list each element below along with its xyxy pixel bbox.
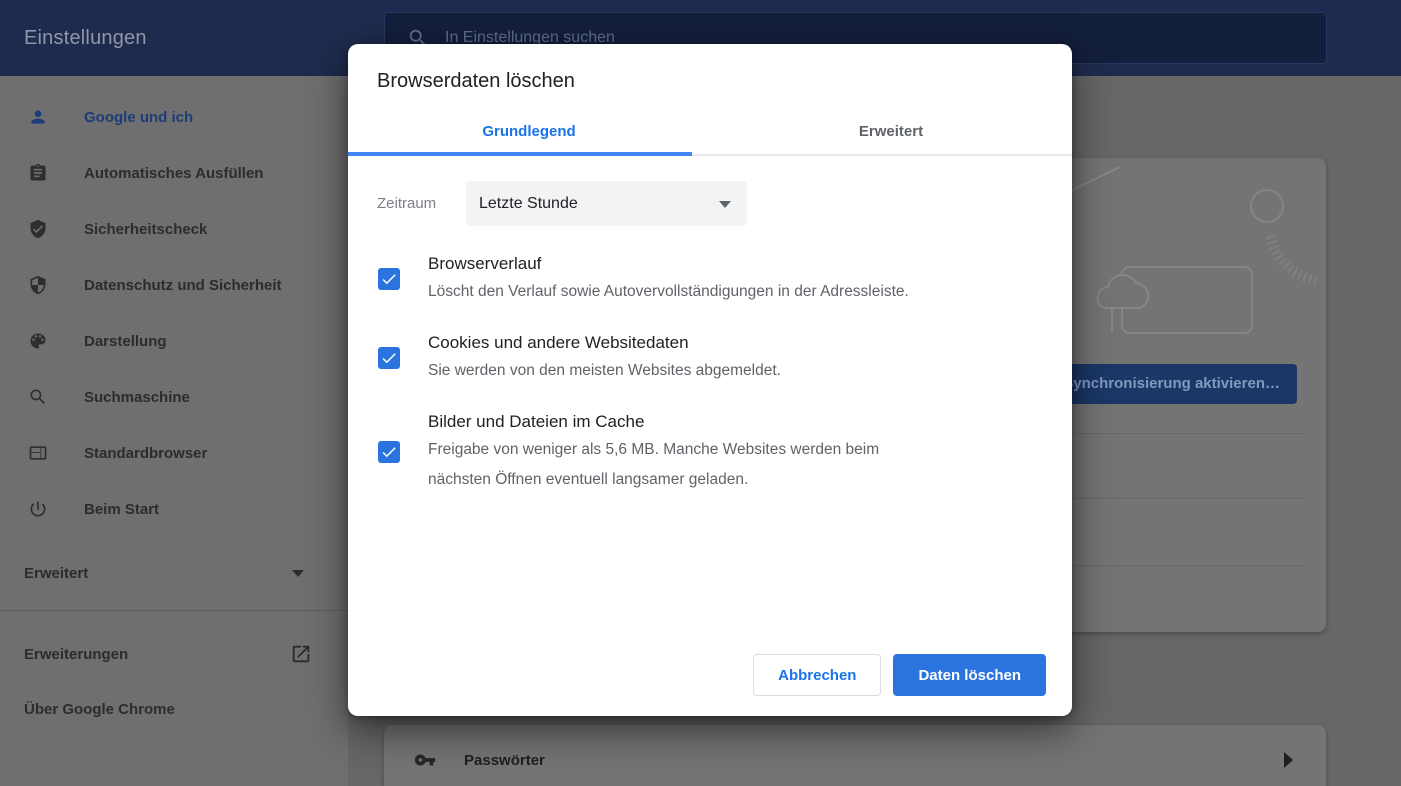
autofill-card: Passwörter — [384, 725, 1326, 786]
sidebar-item-autofill[interactable]: Automatisches Ausfüllen — [0, 145, 348, 201]
item-title: Cookies und andere Websitedaten — [428, 330, 781, 356]
sidebar-item-sicherheitscheck[interactable]: Sicherheitscheck — [0, 201, 348, 257]
person-icon — [28, 107, 48, 127]
chevron-down-icon — [292, 570, 304, 577]
dialog-title: Browserdaten löschen — [377, 70, 575, 93]
row-cache: Bilder und Dateien im Cache Freigabe von… — [348, 409, 1072, 495]
sidebar-item-erweiterungen[interactable]: Erweiterungen — [0, 626, 348, 682]
cancel-button[interactable]: Abbrechen — [753, 654, 881, 696]
sidebar-item-label: Über Google Chrome — [24, 701, 175, 718]
palette-icon — [28, 331, 48, 351]
time-range-row: Zeitraum Letzte Stunde — [377, 181, 747, 226]
page-title: Einstellungen — [24, 0, 147, 76]
shield-check-icon — [28, 219, 48, 239]
clear-data-button[interactable]: Daten löschen — [893, 654, 1046, 696]
dialog-tabs: Grundlegend Erweitert — [348, 108, 1072, 156]
search-icon — [28, 387, 48, 407]
open-in-new-icon — [290, 643, 312, 665]
sidebar-item-standardbrowser[interactable]: Standardbrowser — [0, 425, 348, 481]
sidebar-item-label: Datenschutz und Sicherheit — [84, 277, 282, 294]
row-cookies: Cookies und andere Websitedaten Sie werd… — [348, 330, 1072, 386]
security-shield-icon — [28, 275, 48, 295]
sidebar-item-label: Erweitert — [24, 565, 88, 582]
tab-erweitert[interactable]: Erweitert — [710, 108, 1072, 154]
chevron-right-icon — [1284, 752, 1293, 768]
item-title: Browserverlauf — [428, 251, 909, 277]
sidebar-item-label: Suchmaschine — [84, 389, 190, 406]
sidebar-item-erweitert[interactable]: Erweitert — [0, 545, 348, 601]
passwords-row[interactable]: Passwörter — [384, 725, 1326, 786]
sidebar-item-darstellung[interactable]: Darstellung — [0, 313, 348, 369]
browser-icon — [28, 443, 48, 463]
passwords-label: Passwörter — [464, 752, 545, 769]
checkbox-cookies[interactable] — [378, 347, 400, 369]
sidebar-item-google-und-ich[interactable]: Google und ich — [0, 89, 348, 145]
sidebar-item-ueber-google-chrome[interactable]: Über Google Chrome — [0, 681, 348, 737]
checkbox-cache[interactable] — [378, 441, 400, 463]
chevron-down-icon — [719, 201, 731, 208]
sidebar-item-suchmaschine[interactable]: Suchmaschine — [0, 369, 348, 425]
sidebar-item-label: Darstellung — [84, 333, 167, 350]
checkbox-browserverlauf[interactable] — [378, 268, 400, 290]
tab-grundlegend[interactable]: Grundlegend — [348, 108, 710, 154]
settings-sidebar: Google und ich Automatisches Ausfüllen S… — [0, 76, 348, 786]
power-icon — [28, 499, 48, 519]
sidebar-item-label: Erweiterungen — [24, 646, 128, 663]
item-description: Löscht den Verlauf sowie Autovervollstän… — [428, 277, 909, 307]
sidebar-item-beim-start[interactable]: Beim Start — [0, 481, 348, 537]
enable-sync-button[interactable]: Synchronisierung aktivieren… — [1046, 364, 1297, 404]
autofill-icon — [28, 163, 48, 183]
sidebar-divider — [0, 610, 348, 611]
sidebar-item-datenschutz[interactable]: Datenschutz und Sicherheit — [0, 257, 348, 313]
item-description: Freigabe von weniger als 5,6 MB. Manche … — [428, 435, 879, 495]
row-browserverlauf: Browserverlauf Löscht den Verlauf sowie … — [348, 251, 1072, 307]
time-range-value: Letzte Stunde — [479, 181, 578, 226]
sidebar-item-label: Google und ich — [84, 109, 193, 126]
time-range-select[interactable]: Letzte Stunde — [466, 181, 747, 226]
time-range-label: Zeitraum — [377, 195, 466, 212]
clear-browsing-data-dialog: Browserdaten löschen Grundlegend Erweite… — [348, 44, 1072, 716]
sidebar-item-label: Sicherheitscheck — [84, 221, 207, 238]
dialog-checkbox-list: Browserverlauf Löscht den Verlauf sowie … — [348, 251, 1072, 518]
item-description: Sie werden von den meisten Websites abge… — [428, 356, 781, 386]
item-title: Bilder und Dateien im Cache — [428, 409, 879, 435]
dialog-actions: Abbrechen Daten löschen — [753, 654, 1046, 696]
sidebar-item-label: Beim Start — [84, 501, 159, 518]
key-icon — [414, 749, 436, 771]
sidebar-item-label: Standardbrowser — [84, 445, 207, 462]
sidebar-item-label: Automatisches Ausfüllen — [84, 165, 263, 182]
